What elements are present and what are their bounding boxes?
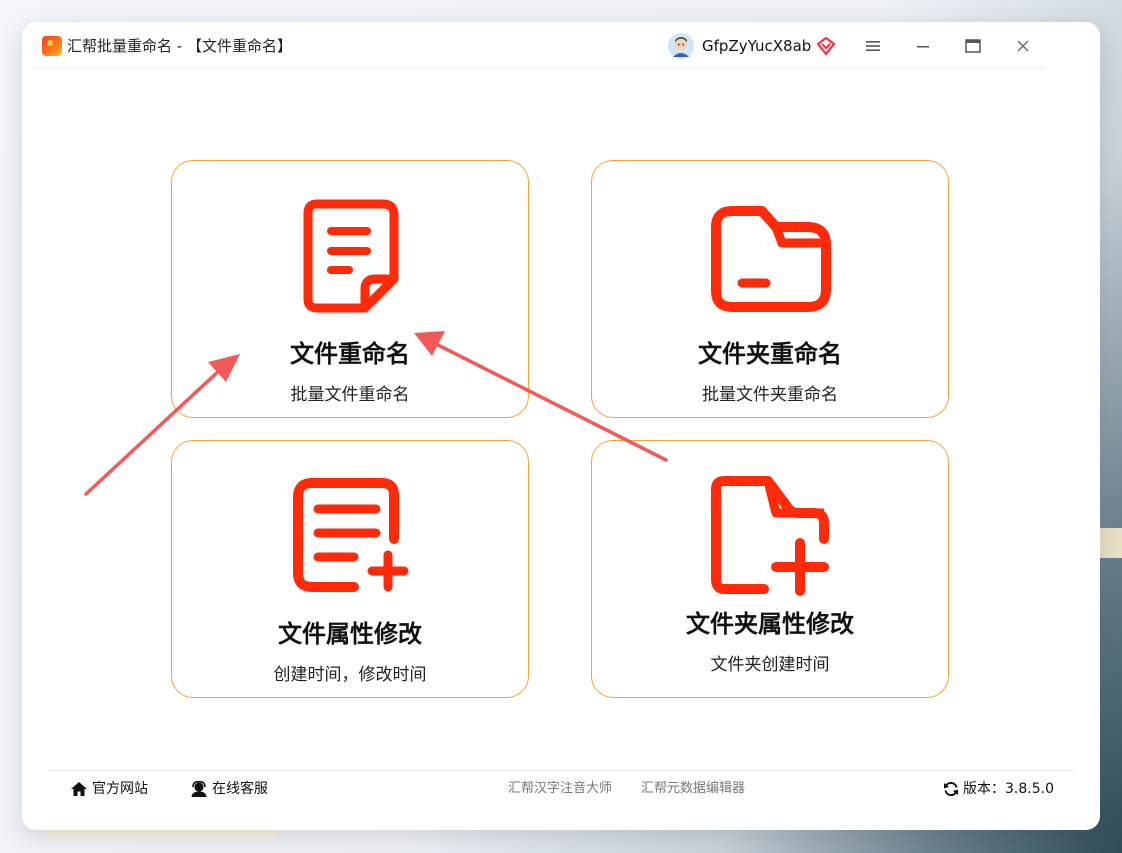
- card-title: 文件夹属性修改: [686, 610, 854, 638]
- card-title: 文件属性修改: [278, 620, 422, 648]
- card-subtitle: 批量文件重命名: [290, 385, 410, 405]
- refresh-icon: [944, 781, 958, 797]
- customer-service-icon: [191, 781, 207, 797]
- version-info[interactable]: 版本：3.8.5.0: [943, 779, 1054, 799]
- online-service-label: 在线客服: [212, 781, 268, 797]
- card-folder-rename[interactable]: 文件夹重命名 批量文件夹重命名: [591, 160, 949, 418]
- card-title: 文件夹重命名: [698, 340, 842, 368]
- vip-diamond-icon[interactable]: [816, 36, 836, 56]
- online-service-link[interactable]: 在线客服: [190, 779, 268, 799]
- card-title: 文件重命名: [290, 340, 410, 368]
- folder-add-icon: [711, 476, 829, 596]
- card-subtitle: 创建时间，修改时间: [273, 665, 427, 685]
- home-icon: [71, 782, 87, 796]
- version-label: 版本：3.8.5.0: [963, 781, 1054, 797]
- document-add-icon: [293, 478, 409, 592]
- user-avatar-icon[interactable]: [668, 33, 694, 59]
- footer-bar: 官方网站 在线客服 汇帮汉字注音大师 汇帮元数据编辑器 版本：3.8.5.0: [48, 770, 1074, 805]
- folder-icon: [711, 206, 831, 312]
- product-link-metadata[interactable]: 汇帮元数据编辑器: [641, 779, 745, 799]
- official-website-label: 官方网站: [92, 781, 148, 797]
- menu-button[interactable]: [855, 30, 891, 62]
- title-bar: 汇帮批量重命名 - 【文件重命名】 GfpZyYucX8ab: [33, 25, 1045, 68]
- card-subtitle: 批量文件夹重命名: [702, 385, 838, 405]
- minimize-button[interactable]: [905, 30, 941, 62]
- card-file-attributes[interactable]: 文件属性修改 创建时间，修改时间: [171, 440, 529, 698]
- document-icon: [303, 199, 399, 313]
- background-tab: [1100, 528, 1122, 558]
- minimize-icon: [917, 46, 929, 48]
- card-folder-attributes[interactable]: 文件夹属性修改 文件夹创建时间: [591, 440, 949, 698]
- card-file-rename[interactable]: 文件重命名 批量文件重命名: [171, 160, 529, 418]
- app-logo-icon: [42, 36, 62, 56]
- close-button[interactable]: [1005, 30, 1041, 62]
- hamburger-menu-icon: [866, 41, 880, 51]
- official-website-link[interactable]: 官方网站: [70, 779, 148, 799]
- maximize-icon: [965, 39, 981, 53]
- window-title: 汇帮批量重命名 - 【文件重命名】: [67, 37, 292, 55]
- app-window: [22, 22, 1100, 830]
- username[interactable]: GfpZyYucX8ab: [702, 35, 811, 57]
- product-link-pinyin[interactable]: 汇帮汉字注音大师: [508, 779, 612, 799]
- card-subtitle: 文件夹创建时间: [710, 655, 830, 675]
- close-icon: [1017, 40, 1029, 52]
- maximize-button[interactable]: [955, 30, 991, 62]
